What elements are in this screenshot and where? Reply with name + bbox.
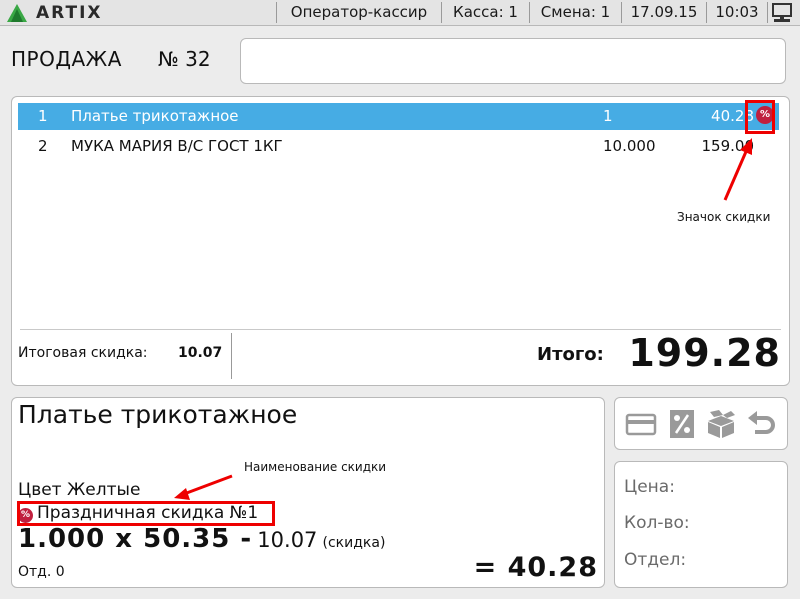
- logo: ARTIX: [6, 2, 103, 23]
- item-detail-panel: Платье трикотажное Наименование скидки Ц…: [11, 397, 605, 588]
- total-discount-value: 10.07: [178, 345, 223, 361]
- qty-times-price: 1.000 x 50.35 -: [18, 524, 253, 554]
- annotation-label: Наименование скидки: [244, 460, 387, 474]
- row-product-name: МУКА МАРИЯ В/С ГОСТ 1КГ: [71, 137, 283, 155]
- item-sum: = 40.28: [473, 552, 598, 583]
- operator-role: Оператор-кассир: [290, 3, 428, 21]
- item-attribute: Цвет Желтые: [18, 480, 141, 500]
- top-bar: ARTIX Оператор-кассир Касса: 1 Смена: 1 …: [0, 0, 800, 26]
- monitor-icon[interactable]: [771, 3, 793, 23]
- divider: [20, 329, 781, 330]
- item-name: Платье трикотажное: [18, 400, 298, 429]
- receipt-row[interactable]: 1 Платье трикотажное 1 40.28: [18, 103, 779, 130]
- info-panel: Цена: Кол-во: Отдел:: [614, 461, 788, 588]
- item-department: Отд. 0: [18, 564, 65, 580]
- sale-title: ПРОДАЖА: [11, 47, 122, 71]
- price-calculation: 1.000 x 50.35 - 10.07 (скидка): [18, 524, 385, 554]
- divider: [231, 333, 232, 379]
- time: 10:03: [715, 3, 759, 21]
- discount-amount: 10.07: [257, 528, 318, 552]
- discount-suffix: (скидка): [322, 535, 386, 551]
- cash-register-number: Касса: 1: [453, 3, 518, 21]
- row-product-name: Платье трикотажное: [71, 107, 239, 125]
- total-value: 199.28: [628, 331, 781, 375]
- row-index: 2: [38, 137, 48, 155]
- shift-number: Смена: 1: [540, 3, 611, 21]
- department-label: Отдел:: [624, 550, 687, 570]
- date: 17.09.15: [630, 3, 698, 21]
- credit-card-icon[interactable]: [625, 409, 657, 439]
- price-label: Цена:: [624, 477, 675, 497]
- annotation-highlight: [745, 100, 775, 134]
- total-label: Итого:: [537, 344, 604, 365]
- total-discount-label: Итоговая скидка:: [18, 345, 148, 361]
- row-quantity: 10.000: [603, 137, 656, 155]
- receipt-panel: 1 Платье трикотажное 1 40.28 % 2 МУКА МА…: [11, 96, 790, 386]
- tool-panel: [614, 397, 788, 450]
- row-quantity: 1: [603, 107, 613, 125]
- artix-logo-icon: [7, 3, 27, 22]
- percent-discount-icon[interactable]: [666, 409, 698, 439]
- row-index: 1: [38, 107, 48, 125]
- barcode-input[interactable]: [240, 38, 786, 84]
- quantity-label: Кол-во:: [624, 513, 690, 533]
- receipt-row[interactable]: 2 МУКА МАРИЯ В/С ГОСТ 1КГ 10.000 159.00: [18, 133, 779, 160]
- return-arrow-icon[interactable]: [746, 409, 778, 439]
- logo-text: ARTIX: [36, 2, 103, 23]
- annotation-highlight: [17, 501, 275, 526]
- sale-number: № 32: [158, 47, 211, 71]
- row-price: 159.00: [701, 137, 755, 155]
- divider: [767, 2, 768, 23]
- annotation-label: Значок скидки: [677, 210, 771, 224]
- boxes-icon[interactable]: [705, 409, 737, 439]
